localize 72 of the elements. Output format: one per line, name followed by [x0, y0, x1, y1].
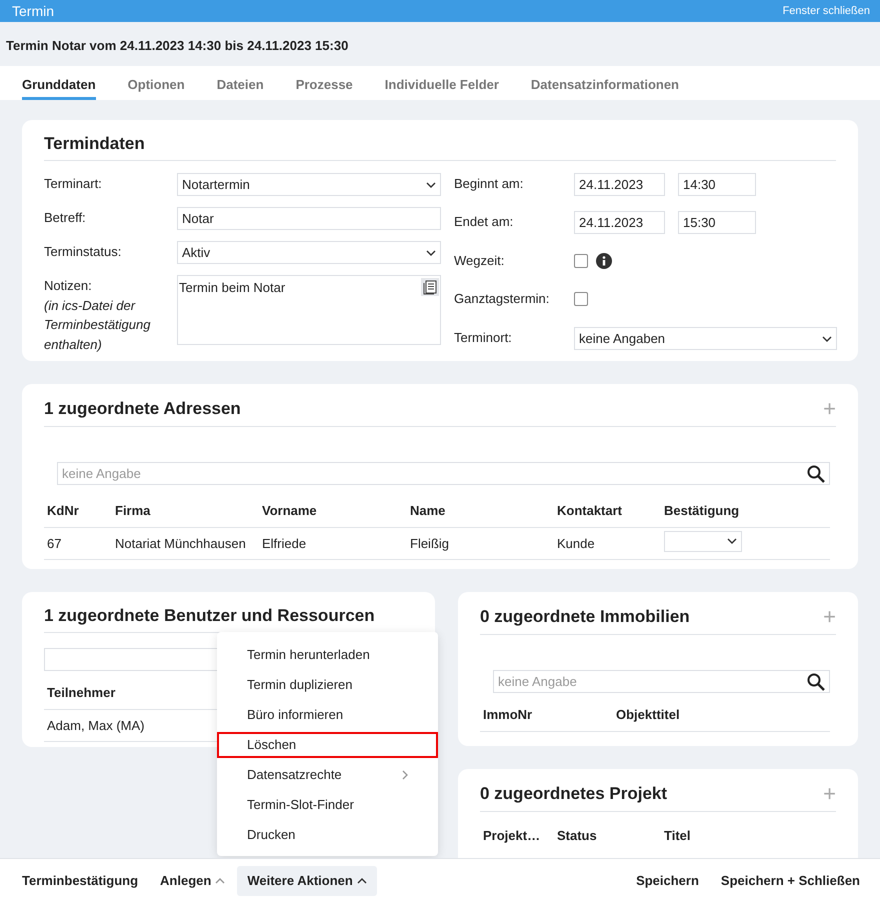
select-field[interactable]: Aktiv	[177, 241, 441, 264]
column-header: Vorname	[259, 495, 407, 528]
section-title: Termindaten	[44, 134, 145, 154]
column-header: Name	[407, 495, 554, 528]
tab[interactable]: Dateien	[216, 66, 264, 100]
table-cell: 67	[44, 528, 112, 560]
footer-button[interactable]: Terminbestätigung	[12, 866, 148, 896]
select-field[interactable]: keine Angaben	[574, 327, 837, 350]
caret-up-icon	[215, 878, 226, 884]
table-cell: Fleißig	[407, 528, 554, 560]
section-title: 0 zugeordnete Immobilien	[480, 606, 690, 628]
column-header: Titel	[663, 827, 692, 845]
section-title: 1 zugeordnete Adressen	[44, 398, 241, 420]
tab[interactable]: Individuelle Felder	[384, 66, 499, 100]
field-label: Endet am:	[454, 214, 514, 230]
field-label: Terminart:	[44, 176, 102, 192]
field-label: Terminstatus:	[44, 244, 122, 260]
column-header: Status	[556, 827, 598, 845]
search-icon[interactable]	[807, 672, 825, 690]
footer-button[interactable]: Speichern + Schließen	[710, 866, 870, 896]
checkbox[interactable]	[574, 254, 588, 268]
field-label: Terminort:	[454, 330, 512, 346]
select-field[interactable]: Notartermin	[177, 173, 441, 196]
select-field[interactable]	[664, 530, 742, 552]
field-label: Betreff:	[44, 210, 86, 226]
field-label: Beginnt am:	[454, 176, 524, 192]
field-note: (in ics-Datei der Terminbestätigung enthalten)	[44, 296, 152, 354]
menu-item[interactable]: Datensatzrechte	[217, 762, 438, 788]
tab[interactable]: Prozesse	[296, 66, 353, 100]
date-field[interactable]: 24.11.2023	[574, 211, 665, 234]
chevron-right-icon	[402, 770, 408, 780]
column-header: KdNr	[44, 495, 112, 528]
table-cell: Elfriede	[259, 528, 407, 560]
notes-icon[interactable]	[421, 278, 439, 296]
column-header: Objekttitel	[613, 699, 830, 732]
menu-item[interactable]: Termin herunterladen	[217, 642, 438, 668]
chevron-down-icon	[426, 182, 436, 188]
date-field[interactable]: 24.11.2023	[574, 173, 665, 196]
chevron-down-icon	[822, 336, 832, 342]
tab[interactable]: Grunddaten	[22, 66, 96, 100]
caret-up-icon	[356, 878, 367, 884]
chevron-down-icon	[727, 538, 737, 544]
tab[interactable]: Optionen	[128, 66, 185, 100]
info-icon	[596, 253, 612, 270]
record-heading: Termin Notar vom 24.11.2023 14:30 bis 24.11.2023 15:30	[6, 37, 348, 56]
input-field[interactable]: Notar	[177, 207, 441, 230]
field-label: Ganztagstermin:	[454, 290, 550, 306]
column-header: Firma	[112, 495, 259, 528]
time-field[interactable]: 15:30	[678, 211, 756, 234]
checkbox[interactable]	[574, 292, 588, 306]
menu-item[interactable]: Löschen	[217, 732, 438, 758]
menu-item[interactable]: Termin-Slot-Finder	[217, 792, 438, 818]
window-title: Termin	[12, 2, 54, 20]
menu-item[interactable]: Drucken	[217, 822, 438, 848]
tab[interactable]: Datensatzinformationen	[530, 66, 679, 100]
column-header: Bestätigung	[661, 495, 830, 528]
section-title: 0 zugeordnetes Projekt	[480, 784, 668, 804]
table-cell: Kunde	[554, 528, 661, 560]
section-title: 1 zugeordnete Benutzer und Ressourcen	[44, 606, 375, 626]
footer-button[interactable]: Speichern	[626, 866, 709, 896]
table-cell: Notariat Münchhausen	[112, 528, 259, 560]
chevron-down-icon	[426, 250, 436, 256]
footer-button[interactable]: Anlegen	[150, 866, 236, 896]
textarea-field[interactable]: Termin beim Notar	[177, 275, 441, 346]
column-header: ImmoNr	[480, 699, 613, 732]
search-icon[interactable]	[807, 464, 825, 482]
field-label: Wegzeit:	[454, 252, 504, 268]
column-header: Kontaktart	[554, 495, 661, 528]
field-label: Notizen:	[44, 278, 92, 294]
time-field[interactable]: 14:30	[678, 173, 756, 196]
footer-button[interactable]: Weitere Aktionen	[237, 866, 377, 896]
column-header: Projekt…	[482, 827, 542, 845]
